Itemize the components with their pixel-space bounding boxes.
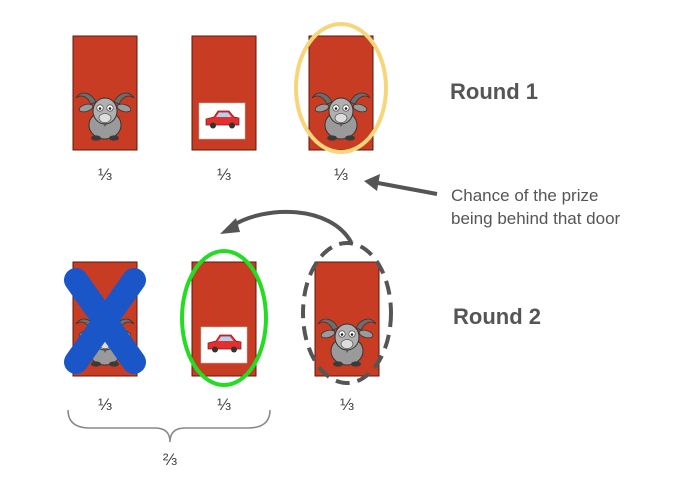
- round2-probability-1: ⅓: [97, 395, 113, 414]
- round1-door-1: [72, 35, 138, 151]
- annotation-line-1: Chance of the prize: [451, 186, 599, 205]
- round2-probability-2: ⅓: [216, 395, 232, 414]
- round1-door-3: [308, 35, 374, 151]
- round1-label: Round 1: [450, 79, 538, 104]
- round2-label: Round 2: [453, 304, 541, 329]
- round1-probability-3: ⅓: [333, 165, 349, 184]
- car-icon: [198, 102, 246, 140]
- round2-door-2: [191, 261, 257, 377]
- annotation-line-2: being behind that door: [451, 209, 621, 228]
- round1-probability-1: ⅓: [97, 165, 113, 184]
- combined-probability: ⅔: [162, 450, 178, 469]
- arrow-icon: [220, 209, 353, 244]
- round1-door-2: [191, 35, 257, 151]
- round1-probability-2: ⅓: [216, 165, 232, 184]
- annotation-arrow: [364, 174, 438, 196]
- car-icon: [200, 326, 248, 364]
- round2-probability-3: ⅓: [339, 395, 355, 414]
- round2-door-3: [314, 261, 380, 377]
